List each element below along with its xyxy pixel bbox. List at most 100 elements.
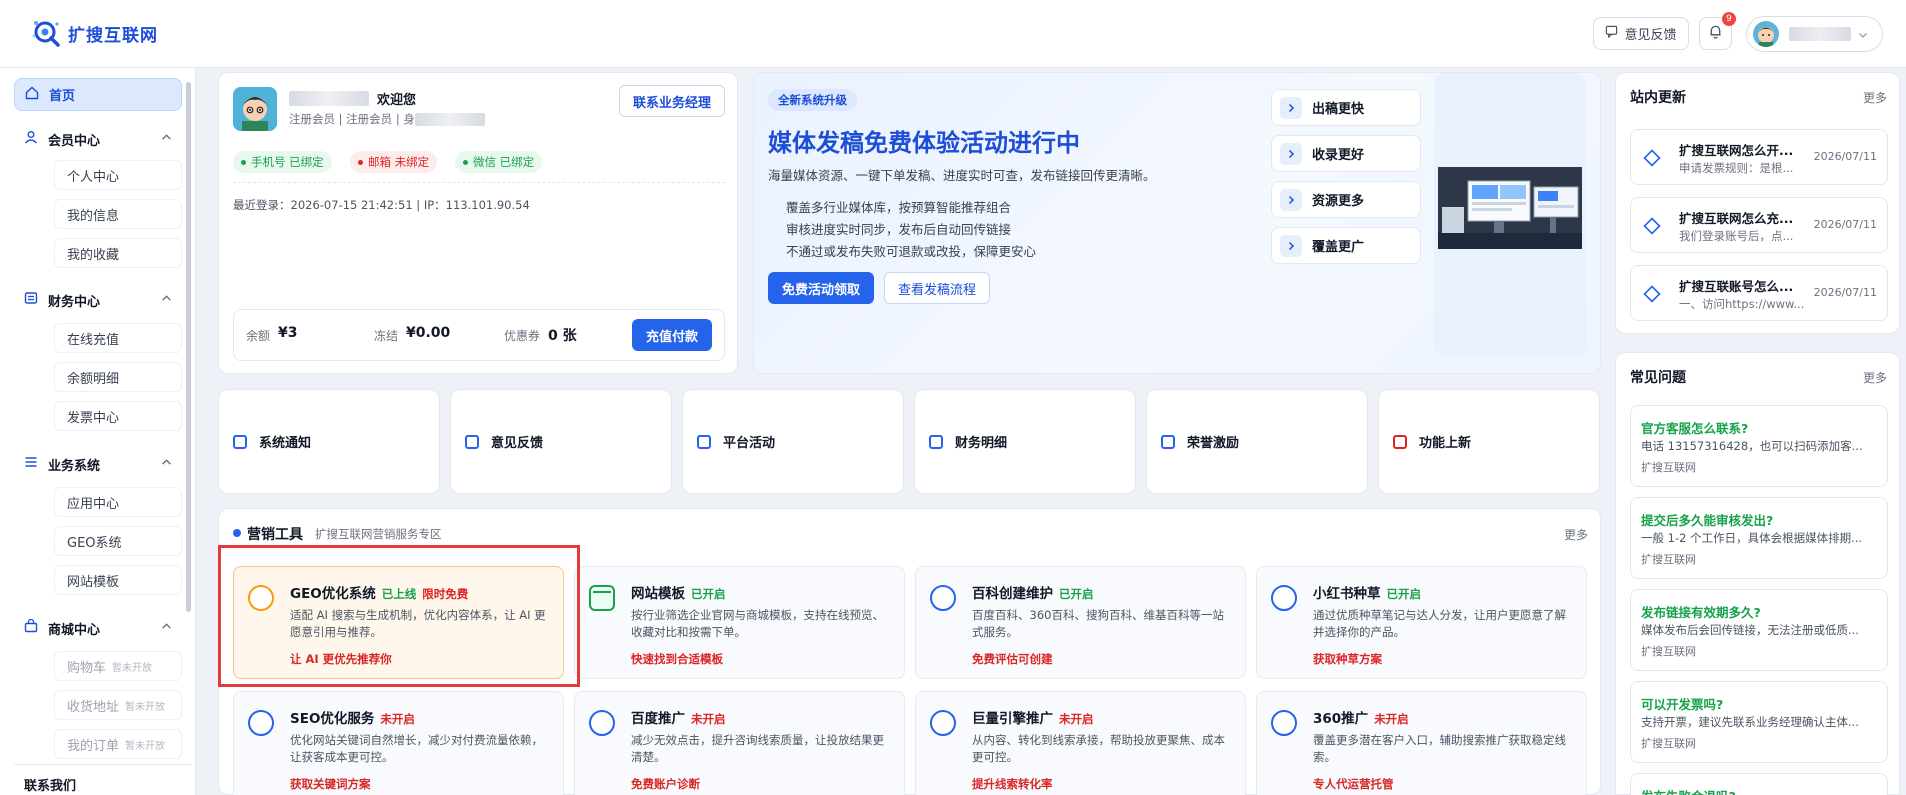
feature-coverage[interactable]: 覆盖更广 <box>1271 227 1421 264</box>
not-open-tag: 暂未开放 <box>112 662 153 674</box>
coupon-label: 优惠券 <box>504 329 541 343</box>
faq-more-link[interactable]: 更多 <box>1863 369 1887 386</box>
sidebar-group-finance[interactable]: 财务中心 <box>14 284 182 316</box>
notification-button[interactable]: 9 <box>1699 12 1736 50</box>
button-label: 查看发稿流程 <box>897 282 976 298</box>
browser-icon <box>589 585 615 611</box>
circle-icon <box>930 710 956 736</box>
diamond-icon <box>1643 149 1661 167</box>
sidebar-item-site-templates[interactable]: 网站模板 <box>54 565 182 595</box>
contact-label: 联系我们 <box>24 779 77 794</box>
tool-baike[interactable]: 百科创建维护 已开启 百度百科、360百科、搜狗百科、维基百科等一站式服务。 免费… <box>915 566 1246 679</box>
feature-indexing[interactable]: 收录更好 <box>1271 135 1421 172</box>
tool-seo[interactable]: SEO优化服务 未开启 优化网站关键词自然增长，减少对付费流量依赖，让获客成本更可… <box>233 691 564 795</box>
tile-platform-activity[interactable]: 平台活动 <box>682 389 904 494</box>
top-bar: 扩搜互联网 意见反馈 9 <box>0 0 1906 68</box>
tool-xiaohongshu[interactable]: 小红书种草 已开启 通过优质种草笔记与达人分发，让用户更愿意了解并选择你的产品。 … <box>1256 566 1587 679</box>
sidebar-scrollbar[interactable] <box>186 82 191 612</box>
faq-title: 常见问题 <box>1630 370 1686 386</box>
bag-icon <box>24 618 38 637</box>
sidebar-group-label: 业务系统 <box>48 458 101 474</box>
promo-bullet: 不通过或发布失败可退款或改投，保障更安心 <box>786 244 1037 259</box>
sidebar-group-label: 会员中心 <box>48 133 101 149</box>
id-redacted <box>414 112 485 126</box>
sidebar-item-geo-system[interactable]: GEO系统 <box>54 526 182 556</box>
square-icon <box>233 434 247 449</box>
chevron-right-icon <box>1280 234 1302 257</box>
sidebar-item-my-info[interactable]: 我的信息 <box>54 199 182 229</box>
tool-name: 小红书种草 <box>1313 586 1381 602</box>
sidebar-item-recharge[interactable]: 在线充值 <box>54 323 182 353</box>
member-meta: 注册会员 | 注册会员 | 身 <box>289 112 415 126</box>
faq-item[interactable]: 提交后多久能审核发出? 一般 1-2 个工作日，具体会根据媒体排期... 扩搜互… <box>1630 497 1888 579</box>
sidebar-group-mall[interactable]: 商城中心 <box>14 612 182 644</box>
faq-panel: 常见问题 更多 官方客服怎么联系? 电话 13157316428，也可以扫码添加… <box>1615 352 1900 795</box>
user-menu[interactable] <box>1746 16 1883 52</box>
email-unbound-badge[interactable]: 邮箱 未绑定 <box>350 151 438 173</box>
wallet-icon <box>24 291 38 309</box>
chevron-down-icon <box>1858 29 1868 44</box>
view-process-button[interactable]: 查看发稿流程 <box>884 272 990 304</box>
promo-title: 媒体发稿免费体验活动进行中 <box>768 129 1080 157</box>
tile-honor[interactable]: 荣誉激励 <box>1146 389 1368 494</box>
sidebar-item-invoice[interactable]: 发票中心 <box>54 401 182 431</box>
frozen-value: ¥0.00 <box>406 325 451 341</box>
sidebar-item-favorites[interactable]: 我的收藏 <box>54 238 182 268</box>
faq-question: 可以开发票吗? <box>1641 697 1724 712</box>
marketing-more-link[interactable]: 更多 <box>1564 526 1588 543</box>
promo-bullets: 覆盖多行业媒体库，按预算智能推荐组合 审核进度实时同步，发布后自动回传链接 不通… <box>786 197 1036 263</box>
tool-link[interactable]: 让 AI 更优先推荐你 <box>290 651 392 667</box>
sidebar-item-label: 我的信息 <box>67 208 120 224</box>
faq-answer: 一般 1-2 个工作日，具体会根据媒体排期... <box>1641 531 1863 545</box>
sidebar-item-balance-detail[interactable]: 余额明细 <box>54 362 182 392</box>
sidebar-item-home[interactable]: 首页 <box>14 78 182 111</box>
sidebar-item-app-center[interactable]: 应用中心 <box>54 487 182 517</box>
feature-faster[interactable]: 出稿更快 <box>1271 89 1421 126</box>
site-updates-panel: 站内更新 更多 扩搜互联网怎么开... 申请发票规则：是根... 2026/07… <box>1615 72 1900 334</box>
avatar <box>1753 21 1779 47</box>
tool-link[interactable]: 提升线索转化率 <box>972 776 1053 792</box>
tool-name: 巨量引擎推广 <box>972 711 1053 727</box>
square-icon <box>697 434 711 449</box>
tool-link[interactable]: 获取种草方案 <box>1313 651 1382 667</box>
tool-link[interactable]: 免费账户诊断 <box>631 776 700 792</box>
update-date: 2026/07/11 <box>1813 218 1877 231</box>
sidebar-contact-us[interactable]: 联系我们 <box>14 764 192 795</box>
section-dot <box>233 529 241 537</box>
tile-system-notice[interactable]: 系统通知 <box>218 389 440 494</box>
tool-link[interactable]: 免费评估可创建 <box>972 651 1053 667</box>
tool-link[interactable]: 获取关键词方案 <box>290 776 371 792</box>
logo[interactable]: 扩搜互联网 <box>30 16 158 50</box>
tool-name: GEO优化系统 <box>290 586 376 602</box>
sidebar-group-member[interactable]: 会员中心 <box>14 123 182 155</box>
update-title: 扩搜互联账号怎么... <box>1679 279 1794 294</box>
tile-new-features[interactable]: 功能上新 <box>1378 389 1600 494</box>
promo-bullet: 覆盖多行业媒体库，按预算智能推荐组合 <box>786 200 1012 215</box>
tool-link[interactable]: 专人代运营托管 <box>1313 776 1394 792</box>
feedback-button[interactable]: 意见反馈 <box>1593 17 1689 50</box>
update-item[interactable]: 扩搜互联网怎么充... 我们登录账号后，点... 2026/07/11 <box>1630 197 1888 253</box>
tool-360-ads[interactable]: 360推广 未开启 覆盖更多潜在客户入口，辅助搜索推广获取稳定线索。 专人代运营托… <box>1256 691 1587 795</box>
faq-item[interactable]: 官方客服怎么联系? 电话 13157316428，也可以扫码添加客... 扩搜互… <box>1630 405 1888 487</box>
tool-link[interactable]: 快速找到合适模板 <box>631 651 723 667</box>
tool-ocean-engine[interactable]: 巨量引擎推广 未开启 从内容、转化到线索承接，帮助投放更聚焦、成本更可控。 提升线… <box>915 691 1246 795</box>
tile-feedback[interactable]: 意见反馈 <box>450 389 672 494</box>
contact-manager-button[interactable]: 联系业务经理 <box>619 85 725 117</box>
updates-more-link[interactable]: 更多 <box>1863 89 1887 106</box>
tool-site-templates[interactable]: 网站模板 已开启 按行业筛选企业官网与商城模板，支持在线预览、收藏对比和按需下单。… <box>574 566 905 679</box>
faq-item[interactable]: 发布失败会退吗? <box>1630 773 1888 795</box>
tool-baidu-ads[interactable]: 百度推广 未开启 减少无效点击，提升咨询线索质量，让投放结果更清楚。 免费账户诊断 <box>574 691 905 795</box>
free-claim-button[interactable]: 免费活动领取 <box>768 272 874 304</box>
promo-bullet: 审核进度实时同步，发布后自动回传链接 <box>786 222 1012 237</box>
tile-finance-detail[interactable]: 财务明细 <box>914 389 1136 494</box>
balance-bar: 余额 ¥3 冻结 ¥0.00 优惠券 0 张 充值付款 <box>233 309 725 361</box>
tool-geo[interactable]: GEO优化系统 已上线 限时免费 适配 AI 搜索与生成机制，优化内容体系，让 AI… <box>233 566 564 679</box>
faq-item[interactable]: 可以开发票吗? 支持开票，建议先联系业务经理确认主体... 扩搜互联网 <box>1630 681 1888 763</box>
sidebar-item-personal-center[interactable]: 个人中心 <box>54 160 182 190</box>
update-item[interactable]: 扩搜互联账号怎么... 一、访问https://www... 2026/07/1… <box>1630 265 1888 321</box>
feature-resources[interactable]: 资源更多 <box>1271 181 1421 218</box>
recharge-button[interactable]: 充值付款 <box>632 319 712 351</box>
sidebar-group-business[interactable]: 业务系统 <box>14 448 182 480</box>
faq-item[interactable]: 发布链接有效期多久? 媒体发布后会回传链接，无法注册或低质... 扩搜互联网 <box>1630 589 1888 671</box>
update-item[interactable]: 扩搜互联网怎么开... 申请发票规则：是根... 2026/07/11 <box>1630 129 1888 185</box>
